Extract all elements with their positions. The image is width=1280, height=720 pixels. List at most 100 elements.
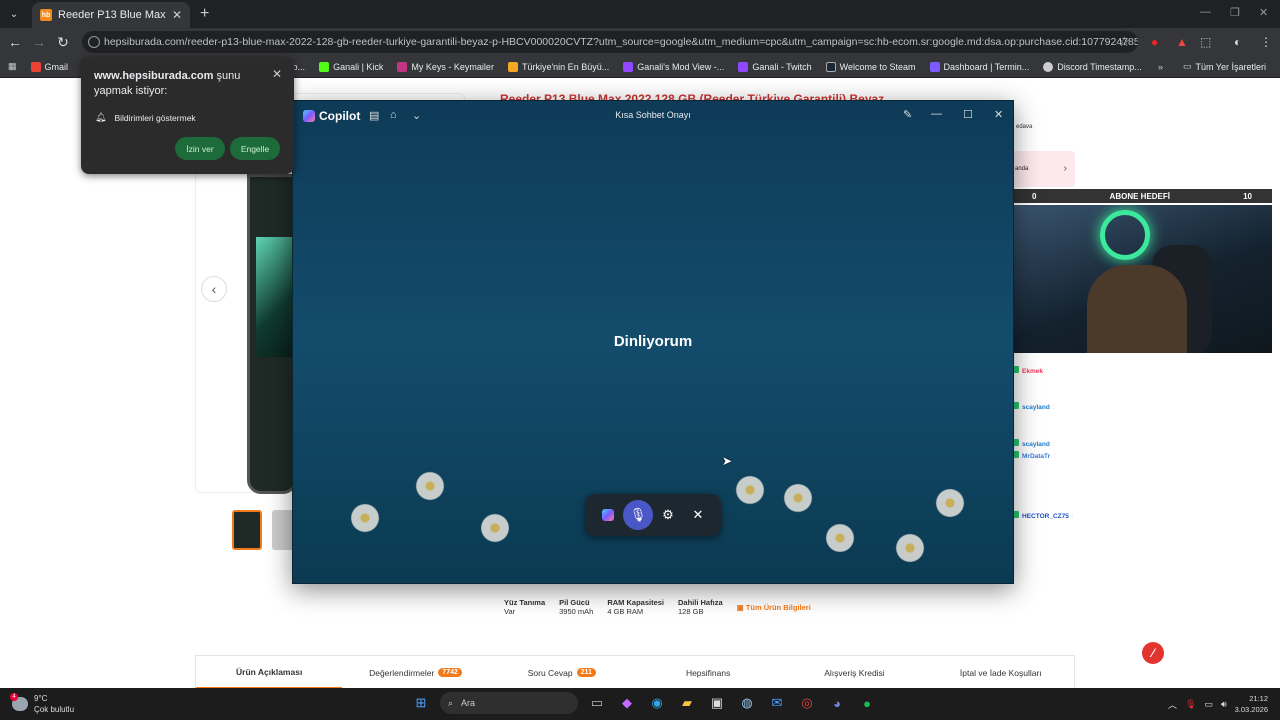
store-icon[interactable]: ▣ [706,692,728,714]
listening-status: Dinliyorum [613,333,693,350]
bookmark-keymailer[interactable]: My Keys - Keymailer [397,61,494,72]
profile-avatar[interactable]: ◐ [1234,35,1241,49]
new-tab-button[interactable]: + [200,5,209,23]
mouse-cursor: ➤ [722,454,733,468]
tab-qa[interactable]: Soru Cevap 211 [489,668,635,678]
copilot-icon[interactable] [593,500,623,530]
gallery-prev-button[interactable]: ‹ [201,276,227,302]
settings-gear-icon[interactable]: ⚙ [653,500,683,530]
kick-icon [319,61,330,72]
product-image[interactable] [247,174,297,494]
tab-description[interactable]: Ürün Açıklaması [196,656,343,688]
browser-tab-strip: ⌄ hb Reeder P13 Blue Max 2022 128 ✕ + — … [0,0,1280,28]
reviews-count-badge: 7742 [438,668,462,677]
browser-tab[interactable]: hb Reeder P13 Blue Max 2022 128 ✕ [32,2,190,28]
bookmark-discord-timestamp[interactable]: Discord Timestamp... [1043,61,1142,72]
bookmark-star-icon[interactable]: ☆ [1118,34,1130,50]
allow-button[interactable]: İzin ver [175,137,225,160]
bookmark-steam[interactable]: Welcome to Steam [825,61,916,72]
dashboard-icon [929,61,940,72]
clock[interactable]: 21:12 3.03.2026 [1235,693,1268,715]
weather-condition: Çok bulutlu [34,705,75,714]
volume-icon[interactable]: 🔊︎ [1221,699,1227,710]
hepsiburada-favicon: hb [40,9,52,21]
folder-icon: ▭ [1182,61,1192,71]
bookmark-mod-view[interactable]: Ganali's Mod View -... [623,61,724,72]
close-icon[interactable]: ✕ [994,108,1003,121]
stream-chat: Ekmek : scayland : scayland : MrDataTr :… [1012,356,1272,523]
tab-shopping-credit[interactable]: Alışveriş Kredisi [781,668,927,678]
bookmark-turkiye[interactable]: Türkiye'nin En Büyü... [507,61,609,72]
taskbar-search[interactable]: ⌕ Ara [440,692,578,714]
minimize-icon[interactable]: — [1200,6,1211,18]
file-explorer-icon[interactable]: ▰ [676,692,698,714]
copilot-taskbar-icon[interactable]: ◆ [616,692,638,714]
flower-decoration [933,486,967,520]
qa-count-badge: 211 [576,668,596,677]
steam-icon[interactable]: ◍ [736,692,758,714]
url-text: hepsiburada.com/reeder-p13-blue-max-2022… [104,36,1138,48]
flower-decoration [478,511,512,545]
system-tray: ︿ 🎙︎ ▭ 🔊︎ 21:12 3.03.2026 [1168,693,1268,715]
bookmark-dashboard[interactable]: Dashboard | Termin... [929,61,1029,72]
tab-reviews[interactable]: Değerlendirmeler 7742 [342,668,488,678]
reload-icon[interactable]: ↻ [51,34,75,51]
weather-widget[interactable]: 4 9°C Çok bulutlu [10,693,75,715]
task-view-icon[interactable]: ▭ [586,692,608,714]
address-bar[interactable]: hepsiburada.com/reeder-p13-blue-max-2022… [82,31,1138,53]
flower-decoration [348,501,382,535]
menu-dots-icon[interactable]: ⋮ [1260,35,1272,49]
tab-title: Reeder P13 Blue Max 2022 128 [58,9,166,21]
permission-item: 🔔︎ Bildirimleri göstermek [95,112,196,123]
apps-grid-icon[interactable]: ▦ [8,61,17,72]
close-window-icon[interactable]: ✕ [1259,6,1268,19]
bookmark-ganali-kick[interactable]: Ganali | Kick [319,61,383,72]
extension-icon[interactable]: ● [1151,35,1158,49]
tab-return-policy[interactable]: İptal ve İade Koşulları [928,668,1074,678]
tab-hepsifinans[interactable]: Hepsifinans [635,668,781,678]
back-icon[interactable]: ← [3,34,27,50]
discord-icon[interactable]: ◕ [826,692,848,714]
site-info-icon[interactable] [88,36,100,48]
flower-decoration [413,469,447,503]
new-chat-icon[interactable]: ✎ [903,108,912,121]
gmail-icon [30,61,41,72]
tab-search-icon[interactable]: ⌄ [2,2,26,26]
all-bookmarks-folder[interactable]: ▭ Tüm Yer İşaretleri [1183,61,1266,72]
block-button[interactable]: Engelle [230,137,280,160]
edge-icon[interactable]: ◉ [646,692,668,714]
tab-close-icon[interactable]: ✕ [172,8,182,22]
extension-icon[interactable]: ▲ [1176,35,1188,49]
spec-item: RAM Kapasitesi 4 GB RAM [607,598,665,616]
network-icon[interactable]: ▭ [1204,699,1213,710]
bookmark-ganali-twitch[interactable]: Ganali - Twitch [738,61,812,72]
product-specs: Yüz Tanıma Var Pil Gücü 3950 mAh RAM Kapas… [504,598,811,616]
microphone-icon[interactable]: 🎙︎ [1185,699,1196,710]
flower-decoration [781,481,815,515]
extensions-puzzle-icon[interactable]: ⬚ [1200,35,1211,49]
maximize-icon[interactable]: ❐ [1230,6,1240,19]
spotify-icon[interactable]: ● [856,692,878,714]
maximize-icon[interactable]: ☐ [963,108,973,121]
chevron-up-icon[interactable]: ︿ [1168,698,1177,711]
chrome-icon[interactable]: ◎ [796,692,818,714]
bookmark-gmail[interactable]: Gmail [30,61,68,72]
close-voice-button[interactable]: ✕ [683,500,713,530]
bell-icon: 🔔︎ [95,112,107,122]
windows-start-icon[interactable]: ⊞ [410,692,432,714]
all-product-info-link[interactable]: ▣ Tüm Ürün Bilgileri [737,603,811,612]
spec-item: Pil Gücü 3950 mAh [559,598,594,616]
minimize-icon[interactable]: — [931,108,942,120]
keymailer-icon [397,61,408,72]
globe-icon [1043,61,1054,72]
microphone-button[interactable]: 🎙︎ [623,500,653,530]
thumbnail-1[interactable] [232,510,262,550]
chat-line: HECTOR_CZ75 : [1012,511,1272,523]
mail-icon[interactable]: ✉ [766,692,788,714]
promo-banner[interactable]: anda › [1010,151,1075,187]
forward-icon[interactable]: → [27,34,51,50]
chevron-right-icon: › [1063,163,1067,174]
chat-line: MrDataTr : [1012,450,1272,463]
close-icon[interactable]: ✕ [272,67,282,81]
more-bookmarks-icon[interactable]: » [1158,62,1163,72]
